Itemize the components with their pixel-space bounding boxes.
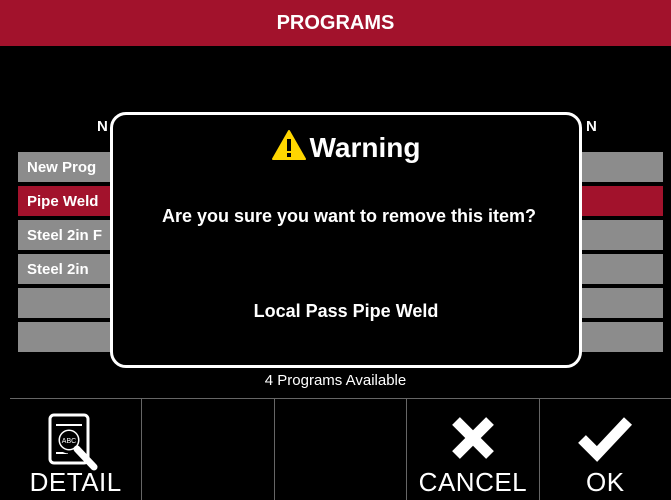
search-document-icon: ABC [46, 413, 106, 480]
svg-text:ABC: ABC [62, 438, 76, 445]
toolbar-slot-empty [141, 399, 273, 500]
bottom-toolbar: ABC DETAIL CANCEL OK [10, 398, 671, 500]
dialog-title-text: Warning [309, 131, 421, 163]
cancel-button[interactable]: CANCEL [406, 399, 538, 500]
list-item-label: Pipe Weld [27, 192, 99, 210]
list-item-label: Steel 2in F [27, 226, 103, 244]
dialog-title: Warning [113, 129, 579, 166]
column-header-description: N [586, 118, 597, 135]
list-item-label: New Prog [27, 158, 97, 176]
list-item-label: Steel 2in [27, 260, 89, 278]
cancel-button-label: CANCEL [418, 467, 528, 497]
ok-button-label: OK [586, 467, 625, 497]
warning-dialog: Warning Are you sure you want to remove … [110, 112, 582, 368]
check-icon [577, 413, 633, 468]
column-header-name: N [97, 118, 108, 135]
close-icon [448, 413, 498, 468]
detail-button[interactable]: ABC DETAIL [10, 399, 141, 500]
page-title: PROGRAMS [276, 11, 395, 34]
dialog-item-name: Local Pass Pipe Weld [253, 301, 439, 321]
title-bar: PROGRAMS [0, 0, 671, 46]
dialog-message: Are you sure you want to remove this ite… [161, 206, 537, 226]
ok-button[interactable]: OK [538, 399, 671, 500]
programs-count-status: 4 Programs Available [264, 372, 407, 389]
warning-icon [271, 129, 306, 166]
toolbar-slot-empty [273, 399, 406, 500]
